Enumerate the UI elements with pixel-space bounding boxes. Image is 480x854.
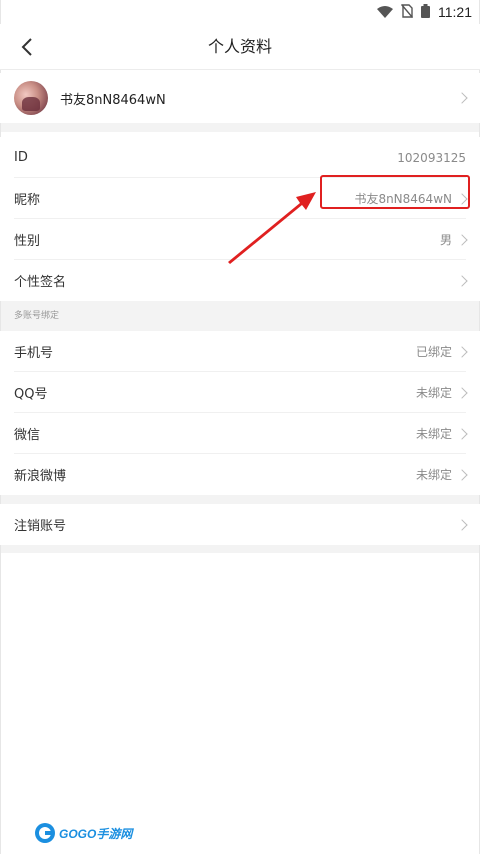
row-label: 个性签名	[14, 275, 67, 290]
chevron-right-icon	[456, 274, 468, 287]
avatar	[14, 81, 48, 115]
status-time: 11:21	[438, 4, 472, 20]
row-value: 102093125	[397, 150, 466, 165]
row-value: 未绑定	[415, 386, 452, 400]
chevron-right-icon	[456, 345, 468, 358]
section-divider	[0, 545, 480, 553]
chevron-right-icon	[456, 92, 468, 104]
status-bar: 11:21	[0, 0, 480, 24]
row-cancel-account[interactable]: 注销账号	[0, 504, 480, 545]
wifi-icon	[377, 3, 393, 22]
row-value: 男	[439, 233, 452, 247]
chevron-right-icon	[456, 233, 468, 246]
row-qq[interactable]: QQ号 未绑定	[0, 372, 480, 413]
section-divider	[0, 123, 480, 132]
battery-icon	[421, 3, 430, 22]
nav-bar: 个人资料	[0, 24, 480, 70]
section-header: 多账号绑定	[0, 301, 480, 331]
watermark-text: GOGO手游网	[59, 826, 133, 841]
row-gender[interactable]: 性别 男	[0, 219, 480, 260]
row-phone[interactable]: 手机号 已绑定	[0, 331, 480, 372]
row-wechat[interactable]: 微信 未绑定	[0, 413, 480, 454]
row-label: QQ号	[14, 387, 48, 402]
row-label: 昵称	[14, 193, 41, 208]
row-signature[interactable]: 个性签名	[0, 260, 480, 301]
profile-name: 书友8nN8464wN	[60, 92, 166, 108]
row-label: ID	[14, 150, 28, 165]
row-label: 注销账号	[14, 519, 67, 534]
row-value: 未绑定	[415, 468, 452, 482]
profile-row[interactable]: 书友8nN8464wN	[0, 73, 480, 123]
row-value: 未绑定	[415, 427, 452, 441]
row-id: ID 102093125	[0, 137, 480, 178]
chevron-right-icon	[456, 386, 468, 399]
page-title: 个人资料	[207, 37, 272, 56]
row-label: 性别	[14, 234, 41, 249]
row-label: 微信	[14, 428, 41, 443]
chevron-right-icon	[456, 518, 468, 531]
row-label: 手机号	[14, 346, 54, 361]
row-weibo[interactable]: 新浪微博 未绑定	[0, 454, 480, 495]
row-nickname[interactable]: 昵称 书友8nN8464wN	[0, 178, 480, 219]
chevron-right-icon	[456, 192, 468, 205]
row-label: 新浪微博	[14, 469, 67, 484]
watermark: GOGO手游网	[34, 822, 132, 844]
row-value: 已绑定	[415, 345, 452, 359]
section-divider	[0, 495, 480, 504]
chevron-right-icon	[456, 468, 468, 481]
chevron-right-icon	[456, 427, 468, 440]
row-value: 书友8nN8464wN	[354, 192, 452, 206]
gogo-logo-icon	[35, 823, 55, 843]
no-sim-icon	[400, 3, 414, 22]
